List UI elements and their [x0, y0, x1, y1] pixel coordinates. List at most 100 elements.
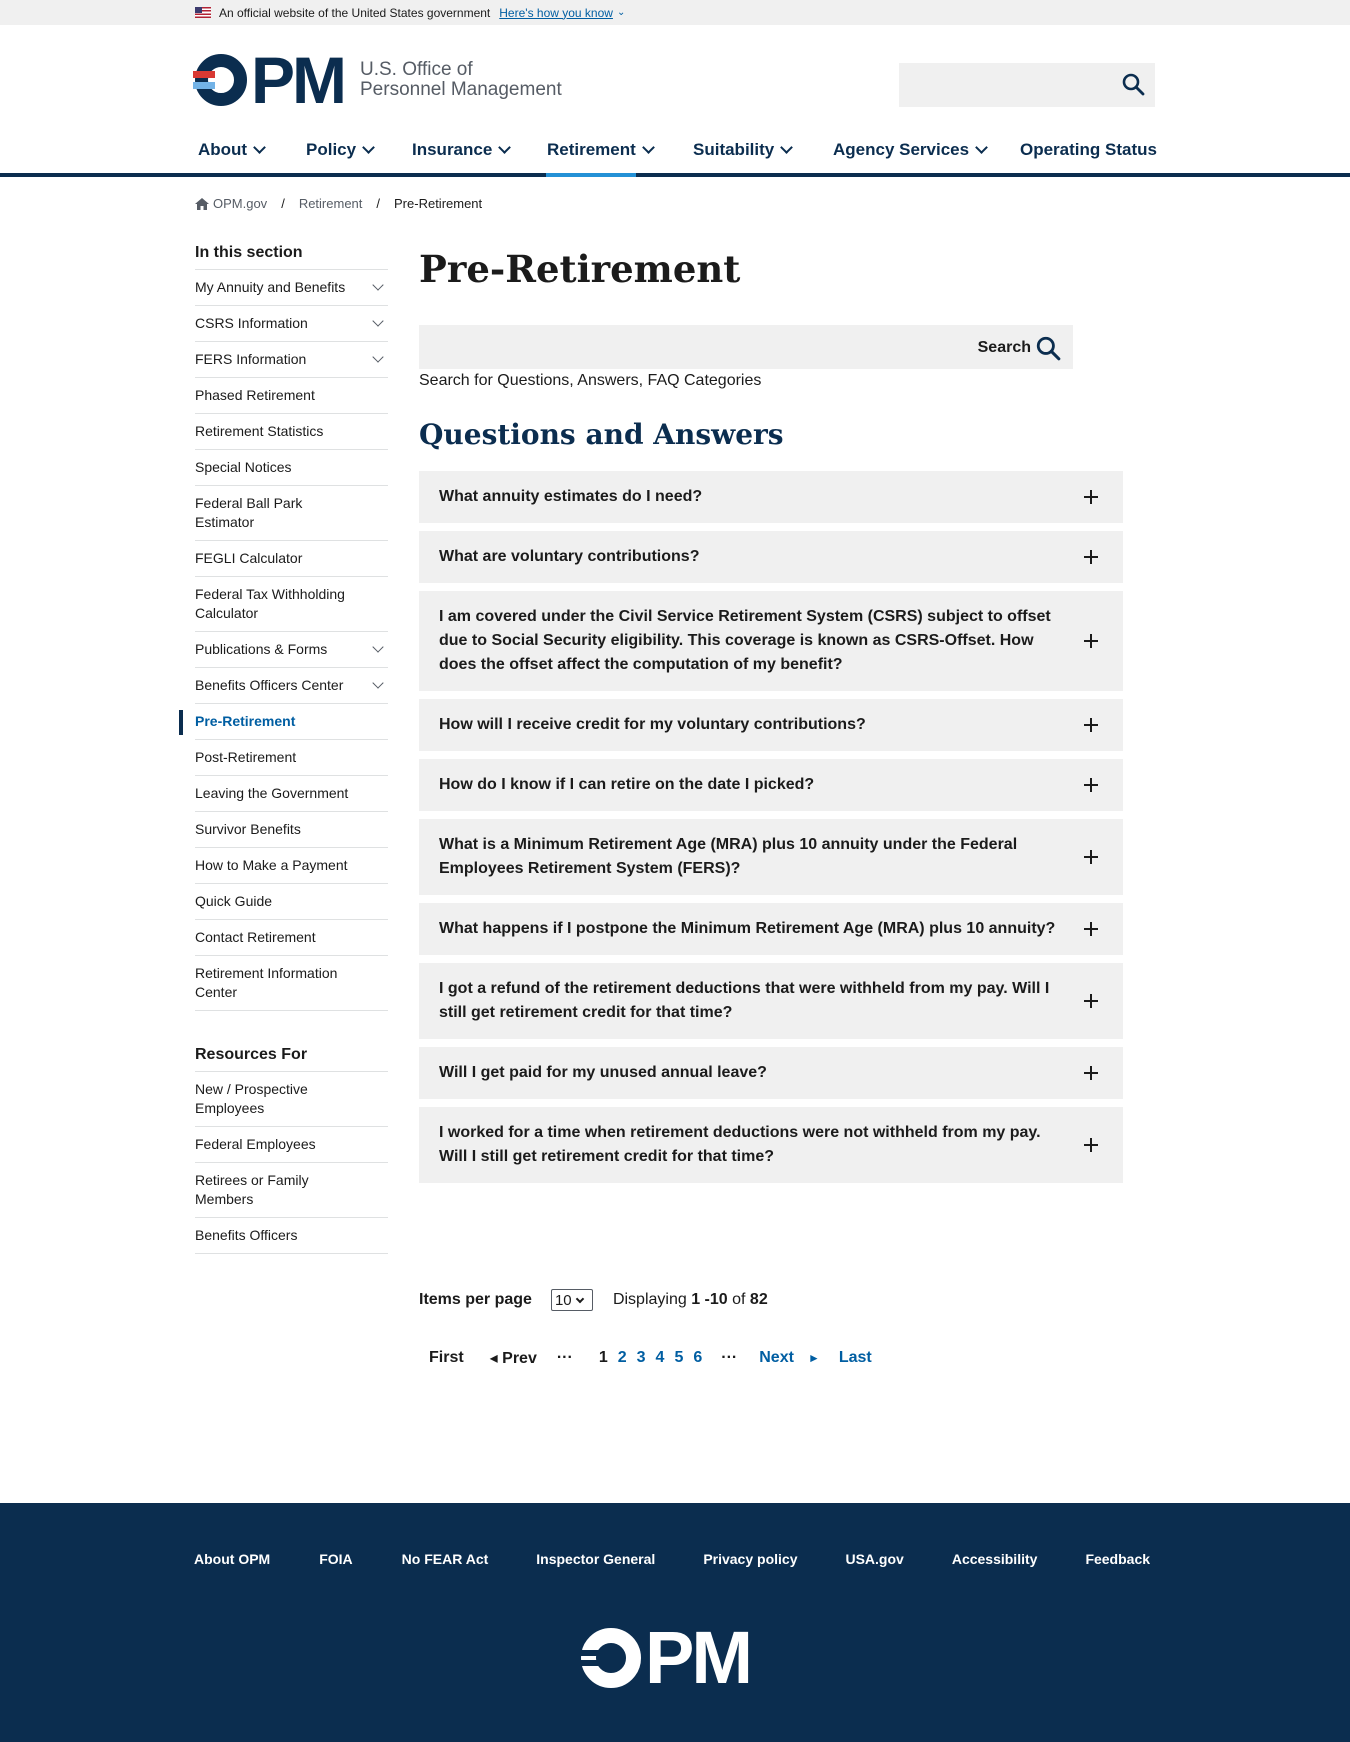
pager-prev[interactable]: ◂ Prev: [490, 1348, 537, 1368]
sidebar-item-csrs[interactable]: CSRS Information: [195, 306, 388, 342]
plus-icon[interactable]: [1084, 1138, 1098, 1152]
items-per-page-select[interactable]: 10: [550, 1289, 593, 1311]
breadcrumb-home-link[interactable]: OPM.gov: [213, 196, 267, 211]
chevron-down-icon: [575, 1294, 584, 1303]
chevron-down-icon: [362, 141, 375, 154]
heres-how-you-know-link[interactable]: Here's how you know: [499, 6, 613, 20]
faq-item[interactable]: What annuity estimates do I need?: [419, 471, 1123, 523]
chevron-down-icon[interactable]: [372, 315, 384, 327]
resource-retirees-family[interactable]: Retirees or Family Members: [195, 1163, 388, 1218]
sidebar-item-special-notices[interactable]: Special Notices: [195, 450, 388, 486]
faq-item[interactable]: I worked for a time when retirement dedu…: [419, 1107, 1123, 1183]
sidebar-item-quick-guide[interactable]: Quick Guide: [195, 884, 388, 920]
pager-page-6[interactable]: 6: [693, 1349, 702, 1367]
faq-item[interactable]: How will I receive credit for my volunta…: [419, 699, 1123, 751]
sidebar-item-contact-retirement[interactable]: Contact Retirement: [195, 920, 388, 956]
sidebar-section-title: In this section: [195, 240, 388, 270]
chevron-down-icon[interactable]: [372, 279, 384, 291]
footer-link-no-fear-act[interactable]: No FEAR Act: [402, 1551, 489, 1567]
breadcrumb-retirement-link[interactable]: Retirement: [299, 196, 363, 211]
nav-agency-services[interactable]: Agency Services: [833, 138, 988, 162]
footer-opm-logo[interactable]: PM: [579, 1621, 753, 1695]
sidebar-item-survivor-benefits[interactable]: Survivor Benefits: [195, 812, 388, 848]
footer-link-inspector-general[interactable]: Inspector General: [536, 1551, 655, 1567]
chevron-down-icon[interactable]: [372, 641, 384, 653]
pager-page-2[interactable]: 2: [618, 1349, 627, 1367]
nav-suitability[interactable]: Suitability: [693, 138, 794, 162]
breadcrumb: OPM.gov / Retirement / Pre-Retirement: [195, 196, 482, 211]
faq-search-input[interactable]: Search: [419, 325, 1073, 369]
opm-logo-link[interactable]: PM U.S. Office of Personnel Management: [193, 47, 562, 113]
plus-icon[interactable]: [1084, 490, 1098, 504]
sidebar-item-fers[interactable]: FERS Information: [195, 342, 388, 378]
sidebar-item-leaving-government[interactable]: Leaving the Government: [195, 776, 388, 812]
sidebar-item-post-retirement[interactable]: Post-Retirement: [195, 740, 388, 776]
sidebar-item-fegli-calculator[interactable]: FEGLI Calculator: [195, 541, 388, 577]
sidebar-item-info-center[interactable]: Retirement Information Center: [195, 956, 388, 1011]
resource-benefits-officers[interactable]: Benefits Officers: [195, 1218, 388, 1254]
pager-first[interactable]: First: [429, 1349, 464, 1367]
footer-link-about-opm[interactable]: About OPM: [194, 1551, 270, 1567]
nav-policy[interactable]: Policy: [306, 138, 375, 162]
us-flag-icon: [195, 7, 211, 18]
pager-page-4[interactable]: 4: [656, 1349, 665, 1367]
gov-banner: An official website of the United States…: [0, 0, 1350, 25]
chevron-down-icon[interactable]: ⌄: [617, 7, 625, 18]
main-nav: About Policy Insurance Retirement Suitab…: [0, 128, 1350, 177]
resource-federal-employees[interactable]: Federal Employees: [195, 1127, 388, 1163]
chevron-down-icon[interactable]: [372, 351, 384, 363]
faq-search-button[interactable]: Search: [978, 335, 1061, 361]
faq-item[interactable]: I am covered under the Civil Service Ret…: [419, 591, 1123, 691]
nav-operating-status[interactable]: Operating Status: [1020, 138, 1157, 162]
sidebar-item-make-payment[interactable]: How to Make a Payment: [195, 848, 388, 884]
faq-item[interactable]: What happens if I postpone the Minimum R…: [419, 903, 1123, 955]
sidebar-item-benefits-officers-center[interactable]: Benefits Officers Center: [195, 668, 388, 704]
site-search-input[interactable]: [899, 63, 1155, 107]
faq-item[interactable]: What is a Minimum Retirement Age (MRA) p…: [419, 819, 1123, 895]
plus-icon[interactable]: [1084, 778, 1098, 792]
sidebar-item-pre-retirement[interactable]: Pre-Retirement: [179, 704, 388, 740]
footer-link-feedback[interactable]: Feedback: [1085, 1551, 1150, 1567]
qa-heading: Questions and Answers: [419, 418, 784, 451]
footer-link-privacy-policy[interactable]: Privacy policy: [703, 1551, 797, 1567]
footer-link-accessibility[interactable]: Accessibility: [952, 1551, 1038, 1567]
nav-insurance[interactable]: Insurance: [412, 138, 512, 162]
search-icon[interactable]: [1121, 72, 1145, 101]
faq-item[interactable]: What are voluntary contributions?: [419, 531, 1123, 583]
nav-about[interactable]: About: [198, 138, 266, 162]
plus-icon[interactable]: [1084, 850, 1098, 864]
faq-item[interactable]: How do I know if I can retire on the dat…: [419, 759, 1123, 811]
pager-last[interactable]: Last: [839, 1349, 872, 1367]
nav-divider: [0, 173, 1350, 177]
plus-icon[interactable]: [1084, 634, 1098, 648]
footer-link-usa-gov[interactable]: USA.gov: [845, 1551, 903, 1567]
nav-retirement[interactable]: Retirement: [547, 138, 655, 162]
pager-next[interactable]: Next: [759, 1349, 794, 1367]
sidebar-item-my-annuity[interactable]: My Annuity and Benefits: [195, 270, 388, 306]
resource-new-employees[interactable]: New / Prospective Employees: [195, 1072, 388, 1127]
plus-icon[interactable]: [1084, 994, 1098, 1008]
pager-page-5[interactable]: 5: [674, 1349, 683, 1367]
sidebar-item-tax-withholding[interactable]: Federal Tax Withholding Calculator: [195, 577, 388, 632]
pager-current: 1: [598, 1349, 608, 1366]
page-title: Pre-Retirement: [419, 247, 741, 291]
sidebar-item-phased-retirement[interactable]: Phased Retirement: [195, 378, 388, 414]
faq-item[interactable]: I got a refund of the retirement deducti…: [419, 963, 1123, 1039]
chevron-down-icon: [253, 141, 266, 154]
next-arrow-icon[interactable]: ►: [808, 1351, 820, 1365]
plus-icon[interactable]: [1084, 550, 1098, 564]
plus-icon[interactable]: [1084, 1066, 1098, 1080]
faq-search-hint: Search for Questions, Answers, FAQ Categ…: [419, 372, 762, 389]
items-per-page-label: Items per page: [419, 1291, 532, 1308]
pager-page-3[interactable]: 3: [637, 1349, 646, 1367]
sidebar-item-ball-park-estimator[interactable]: Federal Ball Park Estimator: [195, 486, 388, 541]
gov-banner-text: An official website of the United States…: [219, 5, 491, 20]
plus-icon[interactable]: [1084, 718, 1098, 732]
sidebar-item-publications-forms[interactable]: Publications & Forms: [195, 632, 388, 668]
sidebar-item-retirement-statistics[interactable]: Retirement Statistics: [195, 414, 388, 450]
footer-link-foia[interactable]: FOIA: [319, 1551, 352, 1567]
faq-item[interactable]: Will I get paid for my unused annual lea…: [419, 1047, 1123, 1099]
plus-icon[interactable]: [1084, 922, 1098, 936]
chevron-down-icon[interactable]: [372, 677, 384, 689]
opm-logo-o-icon: [579, 1628, 641, 1688]
